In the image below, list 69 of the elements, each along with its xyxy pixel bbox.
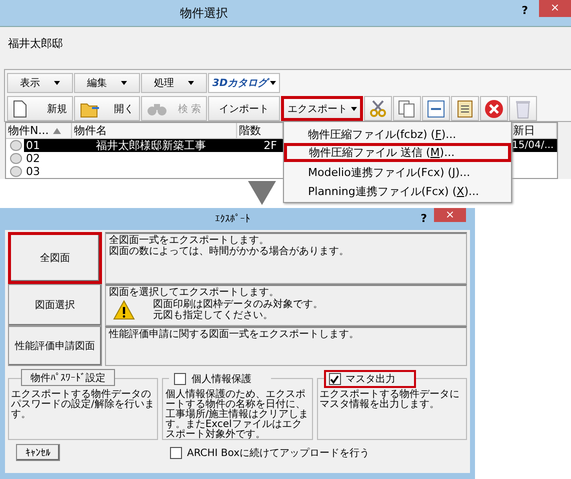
export-option-button[interactable]: 性能評価申請図面 [8,326,102,366]
catalog-menu-button[interactable]: 3Dカタログ [208,73,280,93]
dialog-title: ｴｸｽﾎﾟｰﾄ [215,213,250,225]
split-button[interactable] [422,96,450,121]
warning-text: 図面印刷は図枠データのみ対象です。 [153,299,323,310]
project-icon [10,140,22,151]
menu-item[interactable]: 物件圧縮ファイル 送信 (M)... [284,143,511,162]
group-description: エクスポートする物件データのパスワードの設定/解除を行います。 [11,390,156,420]
description-text: 図面を選択してエクスポートします。 [109,287,280,298]
table-cell[interactable]: 15/04/... [511,139,557,152]
check-icon [330,374,340,384]
import-button[interactable]: インポート [208,96,280,121]
table-cell[interactable]: 2F [237,139,283,152]
delete-icon [484,98,504,118]
caret-icon [54,81,60,85]
checkbox[interactable] [170,446,182,458]
upload-checkbox-option[interactable]: ARCHI Boxに続けてアップロードを行う [170,446,370,460]
menu-item[interactable]: Modelio連携ファイル(Fcx) (J)... [284,162,511,181]
cancel-button[interactable]: ｷｬﾝｾﾙ [16,444,60,461]
checkbox-option[interactable]: 個人情報保護 [169,370,272,388]
description-text: 性能評価申請に関する図面一式をエクスポートします。 [109,329,360,340]
trash-icon [515,98,531,118]
table-cell[interactable]: 福井太郎様邸新築工事 [72,139,237,152]
menu-button[interactable]: 表示 [7,73,73,93]
new-button[interactable]: 新規 [7,96,73,121]
copy-button[interactable] [393,96,421,121]
menu-button[interactable]: 処理 [141,73,207,93]
warning-icon [113,300,135,320]
scissors-icon [369,100,387,118]
checkbox[interactable] [328,373,341,385]
help-button[interactable]: ? [420,212,427,225]
window-title: 物件選択 [180,5,228,22]
down-arrow-icon [248,181,276,205]
close-button[interactable]: × [539,0,571,17]
menu-item[interactable]: 物件圧縮ファイル(fcbz) (F)... [284,124,511,143]
project-name: 福井太郎邸 [7,36,64,52]
caret-icon [121,81,127,85]
export-option-button[interactable]: 全図面 [8,232,102,284]
caret-icon [270,81,276,85]
warning-text: 元図も指定してください。 [153,310,274,321]
export-option-button[interactable]: 図面選択 [8,284,102,326]
group-description: 個人情報保護のため、エクスポートする物件の名称を日付に、工事場所/施主情報はクリアします。またExcelファイルはエクスポート対象外です。 [165,390,310,440]
project-icon [10,153,22,164]
clipboard-icon [457,99,473,118]
password-settings-button[interactable]: 物件ﾊﾟｽﾜｰﾄﾞ設定 [21,369,115,386]
binoculars-icon [147,102,167,116]
copy-icon [398,100,416,118]
document-icon [13,100,27,118]
help-button[interactable]: ? [522,4,528,17]
delete-button[interactable] [480,96,508,121]
caret-icon [350,106,356,110]
menu-button[interactable]: 編集 [74,73,140,93]
export-button[interactable]: エクスポート [281,96,363,121]
description-text: 図面の数によっては、時間がかかる場合があります。 [109,246,350,257]
paste-button[interactable] [451,96,479,121]
open-button[interactable]: 開く [74,96,140,121]
checkbox[interactable] [174,373,186,385]
description-text: 全図面一式をエクスポートします。 [109,235,270,246]
menu-item[interactable]: Planning連携ファイル(Fcx) (X)... [284,181,511,200]
table-cell[interactable]: 01 [24,139,72,152]
split-document-icon [427,100,445,118]
table-cell[interactable]: 02 [24,152,72,165]
table-cell[interactable]: 03 [24,165,72,178]
caret-icon [188,81,194,85]
column-header[interactable]: 物件名 [72,123,237,138]
group-description: エクスポートする物件データにマスタ情報を出力します。 [320,390,461,410]
cut-button[interactable] [364,96,392,121]
close-button[interactable]: × [434,208,466,222]
checkbox-option[interactable]: マスタ出力 [324,370,416,388]
